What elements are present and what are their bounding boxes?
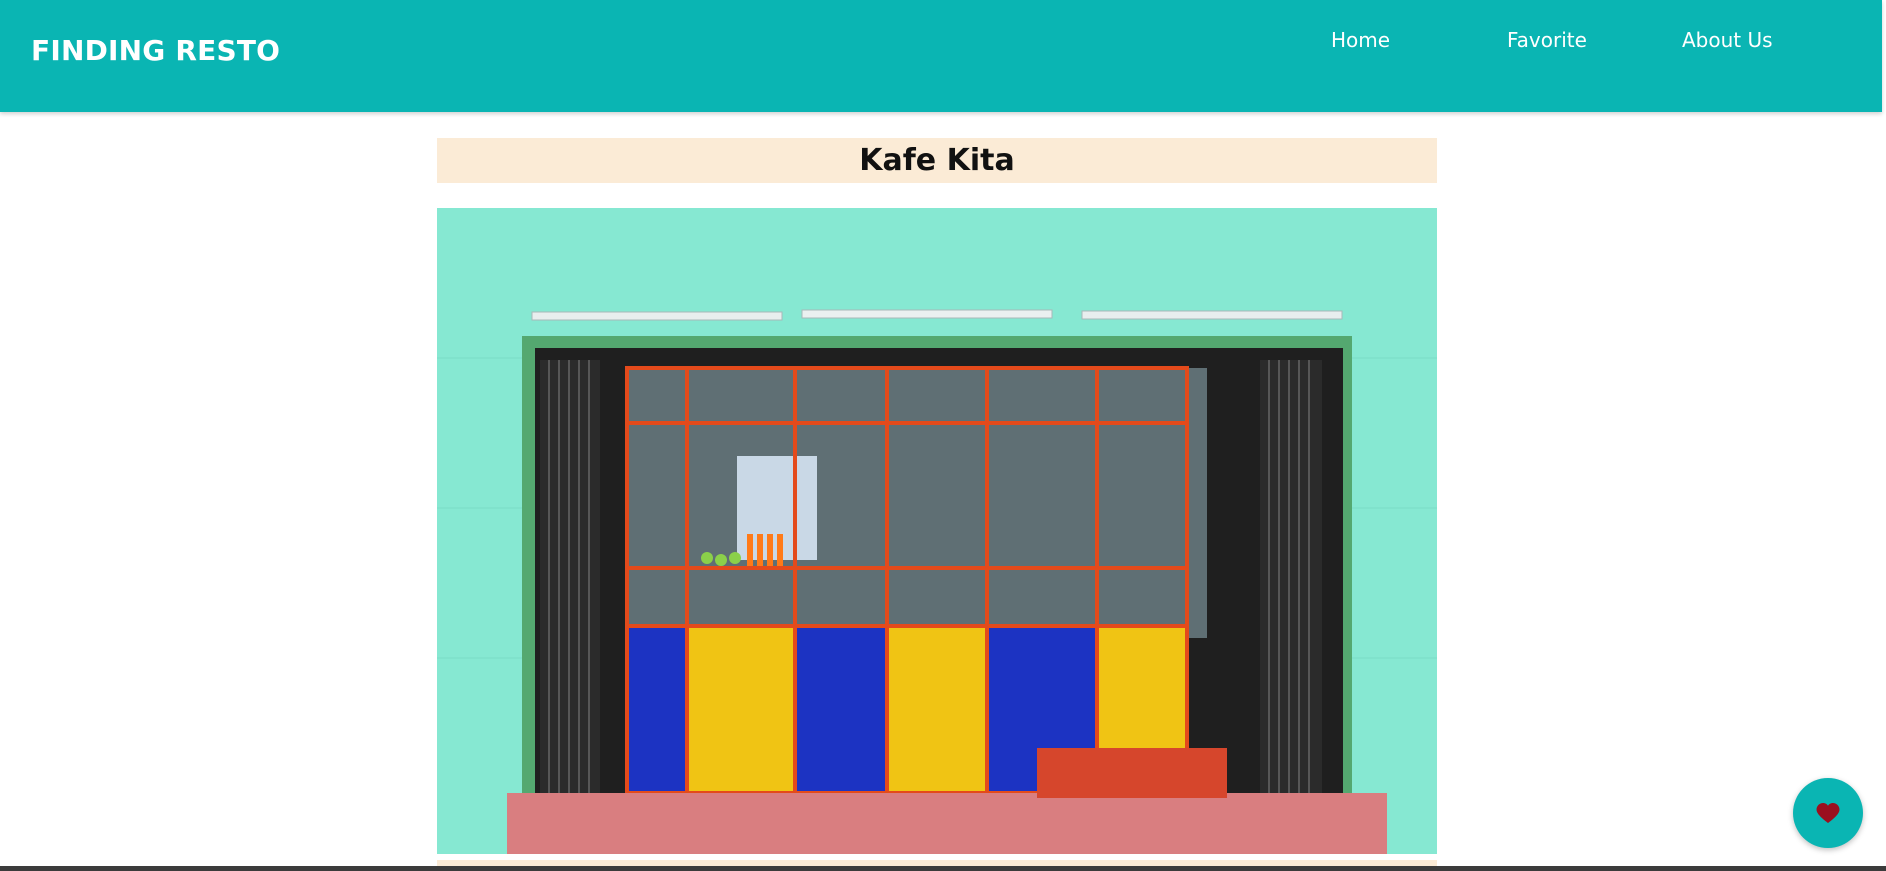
nav-about-link[interactable]: About Us bbox=[1682, 26, 1773, 54]
restaurant-detail: Kafe Kita bbox=[437, 138, 1437, 854]
nav-favorite-link[interactable]: Favorite bbox=[1507, 26, 1587, 54]
app-header: FINDING RESTO Home Favorite About Us bbox=[0, 0, 1882, 112]
restaurant-image bbox=[437, 208, 1437, 854]
bottom-edge bbox=[0, 866, 1886, 871]
favorite-button[interactable] bbox=[1793, 778, 1863, 848]
restaurant-name: Kafe Kita bbox=[437, 138, 1437, 183]
nav-home-link[interactable]: Home bbox=[1331, 26, 1390, 54]
heart-icon bbox=[1816, 802, 1840, 824]
main-nav: Home Favorite About Us bbox=[0, 26, 1882, 56]
